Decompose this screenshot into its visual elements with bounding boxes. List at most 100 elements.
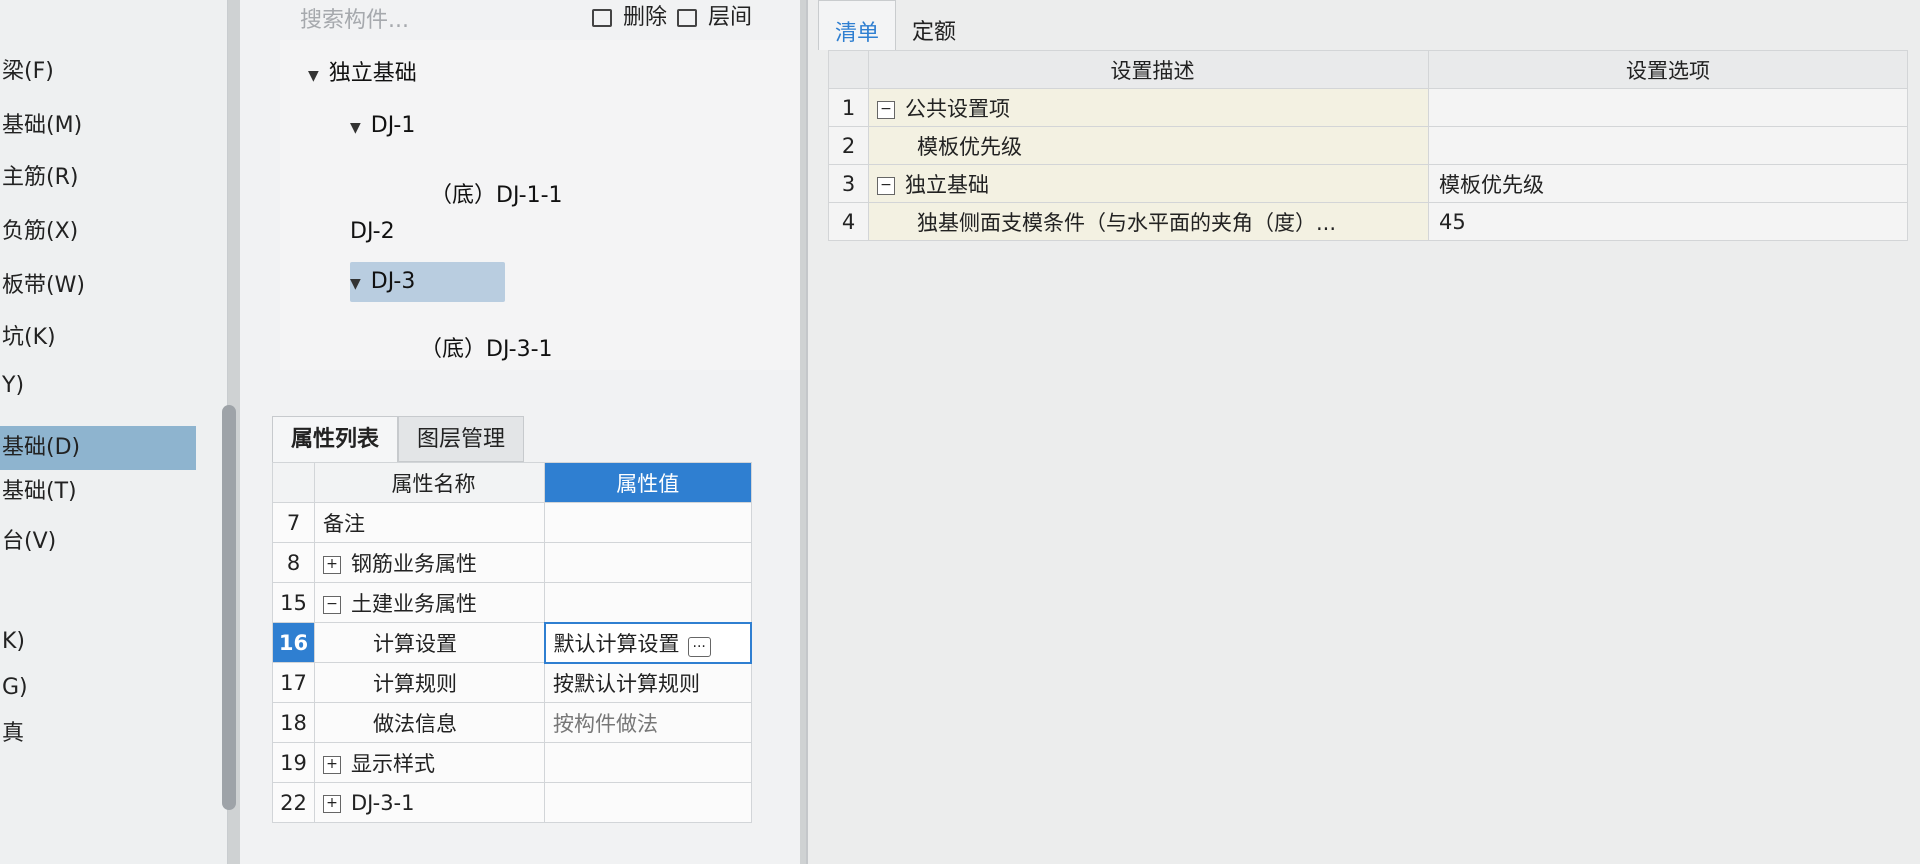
table-row[interactable]: 19 + 显示样式: [272, 742, 752, 783]
property-value-cell[interactable]: 按构件做法: [544, 702, 752, 743]
tab-bill-of-quantities[interactable]: 清单: [818, 0, 897, 50]
sidebar-item[interactable]: 坑(K): [0, 316, 56, 360]
expand-arrow-icon[interactable]: ▼: [350, 276, 361, 292]
tab-quota[interactable]: 定额: [896, 0, 972, 50]
table-row[interactable]: 8 + 钢筋业务属性: [272, 542, 752, 583]
property-value: 按构件做法: [553, 711, 658, 736]
table-row[interactable]: 15− 土建业务属性: [272, 582, 752, 623]
tree-node-label: 独立基础: [328, 61, 417, 86]
delete-label: 删除: [623, 5, 668, 30]
row-number: 8: [272, 542, 315, 583]
sidebar-item[interactable]: 基础(T): [0, 470, 77, 514]
setting-description: 公共设置项: [905, 96, 1010, 121]
property-value-cell[interactable]: [544, 582, 752, 623]
sidebar-item[interactable]: Y): [0, 364, 24, 408]
table-row[interactable]: 7 备注: [272, 502, 752, 543]
collapse-icon[interactable]: −: [877, 100, 895, 119]
delete-button[interactable]: 删除: [592, 0, 667, 31]
tree-node[interactable]: （底）DJ-3-1: [420, 330, 553, 370]
property-name: 显示样式: [351, 751, 435, 776]
setting-description: 独基侧面支模条件（与水平面的夹角（度）...: [917, 210, 1337, 235]
settings-tabs: 清单 定额: [818, 0, 972, 50]
property-value-cell[interactable]: [544, 542, 752, 583]
tree-node[interactable]: ▼ DJ-3: [350, 262, 506, 302]
property-name-cell: 计算设置: [314, 622, 545, 663]
sidebar-item[interactable]: G): [0, 666, 28, 710]
sidebar-item[interactable]: 真: [0, 712, 24, 756]
sidebar-item[interactable]: 基础(M): [0, 104, 82, 148]
property-value-cell[interactable]: 按默认计算规则: [544, 662, 752, 703]
setting-description: 独立基础: [905, 172, 989, 197]
setting-option-cell[interactable]: [1428, 88, 1908, 127]
component-tree-panel: 搜索构件... 删除 层间 ▼ 独立基础 ▼ DJ-1 （底）DJ-1-1 DJ-2 ▼ DJ…: [240, 0, 800, 864]
ellipsis-icon[interactable]: ···: [687, 636, 711, 657]
tree-node[interactable]: DJ-2: [350, 212, 395, 252]
tree-node-label: DJ-1: [370, 113, 416, 138]
table-row[interactable]: 16 计算设置 默认计算设置 ···: [272, 621, 752, 664]
setting-option-cell[interactable]: 模板优先级: [1428, 164, 1908, 203]
property-name-cell: 备注: [314, 502, 545, 543]
collapse-icon[interactable]: −: [877, 176, 895, 195]
row-number: 17: [272, 662, 315, 703]
table-row[interactable]: 4 独基侧面支模条件（与水平面的夹角（度）... 45: [828, 202, 1908, 241]
property-value-cell[interactable]: [544, 742, 752, 783]
property-name: 备注: [323, 511, 365, 536]
property-value-cell[interactable]: 默认计算设置 ···: [543, 621, 752, 664]
sidebar-item[interactable]: 负筋(X): [0, 210, 78, 254]
property-number-header: [272, 462, 315, 503]
table-row[interactable]: 1− 公共设置项: [828, 88, 1908, 127]
property-name-cell: − 土建业务属性: [314, 582, 545, 623]
settings-option-header: 设置选项: [1428, 50, 1908, 89]
table-row[interactable]: 18 做法信息 按构件做法: [272, 702, 752, 743]
sidebar-item[interactable]: 台(V): [0, 520, 56, 564]
row-number: 1: [828, 88, 869, 127]
property-table: 属性名称 属性值 7 备注 8 + 钢筋业务属性 15− 土建业务属性 16 计算设置 默认计算设…: [272, 462, 752, 823]
tree-node[interactable]: ▼ DJ-1: [350, 106, 415, 146]
collapse-icon[interactable]: −: [323, 595, 341, 614]
property-value: 按默认计算规则: [553, 671, 700, 696]
tab-property-list[interactable]: 属性列表: [272, 416, 399, 462]
settings-number-header: [828, 50, 869, 89]
setting-option-cell[interactable]: 45: [1428, 202, 1908, 241]
property-name-cell: + 钢筋业务属性: [314, 542, 545, 583]
expand-icon[interactable]: +: [323, 755, 341, 774]
property-value-cell[interactable]: [544, 782, 752, 823]
sidebar-item[interactable]: K): [0, 620, 25, 664]
tree-node[interactable]: ▼ 独立基础: [308, 54, 417, 94]
tree-node-label: （底）DJ-3-1: [420, 337, 553, 362]
setting-option-cell[interactable]: [1428, 126, 1908, 165]
expand-arrow-icon[interactable]: ▼: [350, 120, 361, 136]
tab-layer-management[interactable]: 图层管理: [398, 416, 525, 462]
table-row[interactable]: 17 计算规则 按默认计算规则: [272, 662, 752, 703]
search-input[interactable]: 搜索构件...: [300, 2, 409, 34]
table-row[interactable]: 3− 独立基础 模板优先级: [828, 164, 1908, 203]
component-tree: ▼ 独立基础 ▼ DJ-1 （底）DJ-1-1 DJ-2 ▼ DJ-3 （底）DJ-3-1: [280, 40, 800, 370]
property-value-header: 属性值: [544, 462, 752, 503]
property-name: DJ-3-1: [351, 790, 415, 815]
sidebar-scrollbar[interactable]: [222, 405, 236, 810]
row-number: 7: [272, 502, 315, 543]
row-number: 3: [828, 164, 869, 203]
tree-node-label: DJ-3: [370, 269, 416, 294]
table-row[interactable]: 22 + DJ-3-1: [272, 782, 752, 823]
property-name: 做法信息: [373, 711, 457, 736]
table-row[interactable]: 2 模板优先级: [828, 126, 1908, 165]
setting-description-cell: 模板优先级: [868, 126, 1429, 165]
expand-icon[interactable]: +: [323, 794, 341, 813]
property-name-cell: + 显示样式: [314, 742, 545, 783]
expand-arrow-icon[interactable]: ▼: [308, 68, 319, 84]
row-number: 22: [272, 782, 315, 823]
expand-icon[interactable]: +: [323, 555, 341, 574]
tree-node-label: （底）DJ-1-1: [430, 183, 563, 208]
layer-copy-button[interactable]: 层间: [677, 0, 752, 31]
setting-description-cell: − 公共设置项: [868, 88, 1429, 127]
tree-node[interactable]: （底）DJ-1-1: [430, 176, 563, 216]
property-value-cell[interactable]: [544, 502, 752, 543]
sidebar-item[interactable]: 主筋(R): [0, 156, 78, 200]
property-name-cell: + DJ-3-1: [314, 782, 545, 823]
sidebar-item[interactable]: 基础(D): [0, 426, 196, 470]
property-value: 默认计算设置: [553, 631, 680, 656]
property-name: 计算规则: [373, 671, 457, 696]
sidebar-item[interactable]: 板带(W): [0, 264, 85, 308]
sidebar-item[interactable]: 梁(F): [0, 50, 54, 94]
